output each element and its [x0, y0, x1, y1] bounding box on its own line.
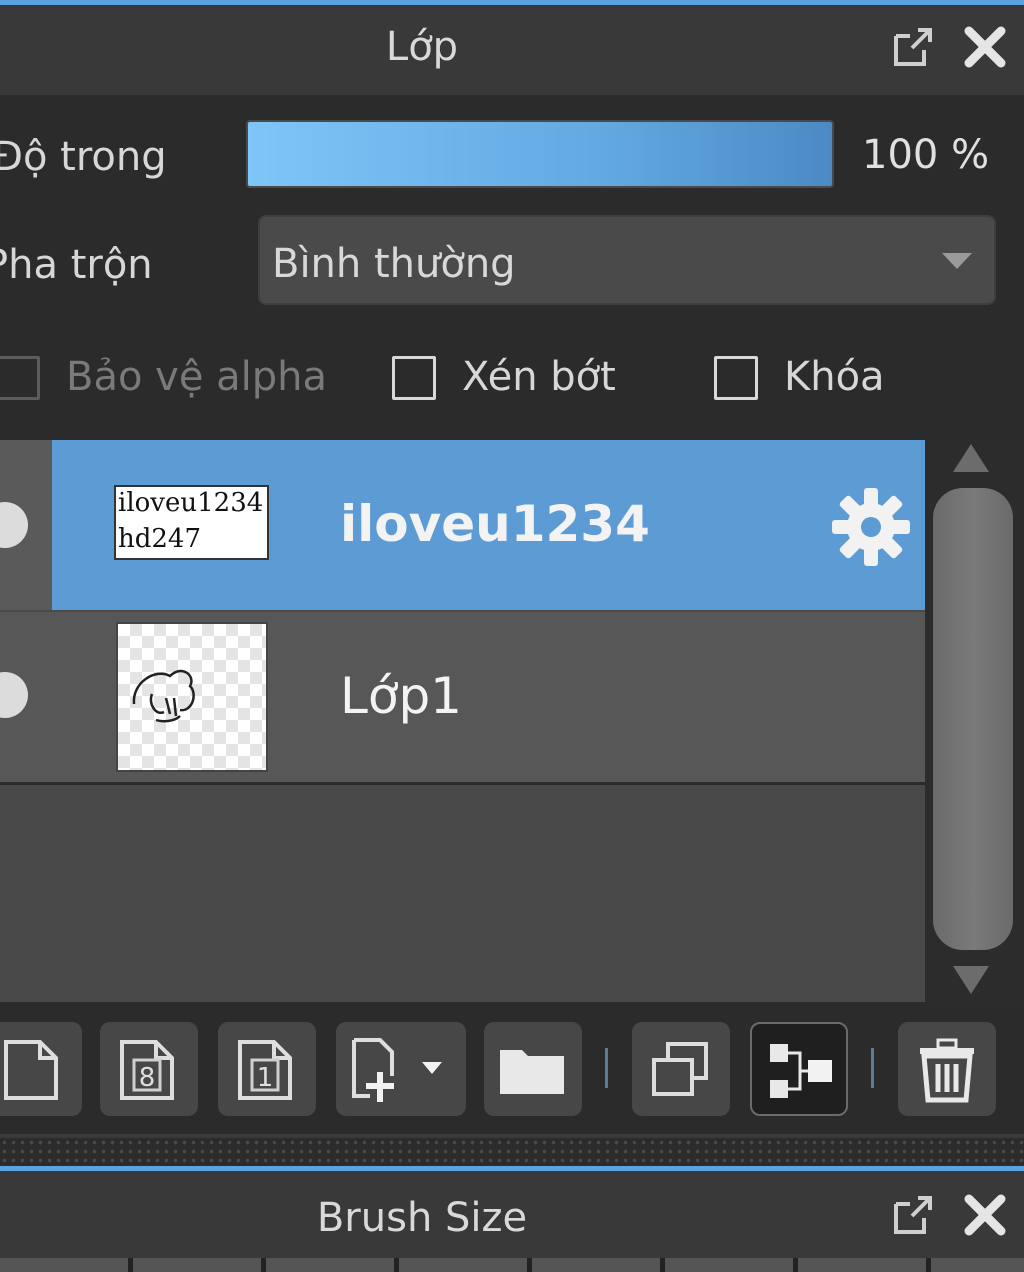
brush-size-presets[interactable]: [0, 1258, 1024, 1272]
layer-name: iloveu1234: [340, 495, 650, 553]
layer-thumbnail: iloveu1234 hd247: [114, 485, 269, 560]
blend-mode-dropdown[interactable]: Bình thường: [258, 215, 996, 305]
new-layer-button[interactable]: [0, 1022, 82, 1116]
protect-alpha-label: Bảo vệ alpha: [66, 354, 328, 400]
clip-checkbox[interactable]: [392, 356, 436, 400]
trash-icon: [920, 1038, 974, 1103]
popout-icon[interactable]: [890, 24, 936, 70]
popout-icon[interactable]: [890, 1192, 936, 1238]
layer-row[interactable]: iloveu1234 hd247 iloveu1234: [0, 440, 925, 610]
page-1-icon: 1: [238, 1040, 292, 1100]
lock-label: Khóa: [784, 354, 885, 400]
scroll-down-icon[interactable]: [953, 966, 989, 994]
add-layer-dropdown-button[interactable]: [336, 1022, 466, 1116]
toolbar-separator: [871, 1048, 874, 1088]
toolbar-separator: [605, 1048, 608, 1088]
merge-layer-button[interactable]: [750, 1022, 848, 1116]
merge-icon: [770, 1044, 832, 1098]
layer-thumbnail: [116, 622, 268, 772]
protect-alpha-checkbox[interactable]: [0, 356, 40, 400]
opacity-value: 100 %: [862, 132, 990, 178]
opacity-slider[interactable]: [246, 120, 834, 188]
clip-label: Xén bớt: [462, 354, 616, 400]
page-8-icon: 8: [120, 1040, 174, 1100]
svg-text:8: 8: [139, 1063, 156, 1093]
new-8bit-layer-button[interactable]: 8: [100, 1022, 198, 1116]
layer-row[interactable]: Lớp1: [0, 612, 925, 785]
thumbnail-text-line2: hd247: [118, 524, 202, 554]
panel-title: Lớp: [385, 24, 459, 70]
gear-icon[interactable]: [830, 486, 912, 572]
panel-resize-handle[interactable]: [0, 1138, 1024, 1166]
visibility-toggle[interactable]: [0, 672, 28, 718]
layer-list: iloveu1234 hd247 iloveu1234 Lớp1: [0, 440, 925, 1002]
scroll-up-icon[interactable]: [953, 444, 989, 472]
delete-layer-button[interactable]: [898, 1022, 996, 1116]
add-page-icon: [352, 1038, 442, 1102]
opacity-label: Độ trong: [0, 134, 167, 180]
duplicate-icon: [652, 1042, 708, 1096]
chevron-down-icon: [942, 253, 972, 269]
blend-mode-label: Pha trộn: [0, 242, 153, 288]
close-icon[interactable]: [962, 24, 1008, 70]
blend-mode-value: Bình thường: [272, 241, 516, 287]
scrollbar-thumb[interactable]: [933, 488, 1013, 950]
layer-name: Lớp1: [340, 667, 462, 725]
new-folder-button[interactable]: [484, 1022, 582, 1116]
lock-checkbox[interactable]: [714, 356, 758, 400]
close-icon[interactable]: [962, 1192, 1008, 1238]
panel-title: Brush Size: [316, 1195, 528, 1241]
new-1bit-layer-button[interactable]: 1: [218, 1022, 316, 1116]
folder-icon: [500, 1050, 564, 1094]
new-page-icon: [4, 1040, 58, 1100]
duplicate-layer-button[interactable]: [632, 1022, 730, 1116]
svg-text:1: 1: [257, 1063, 274, 1093]
thumbnail-text-line1: iloveu1234: [118, 488, 264, 518]
